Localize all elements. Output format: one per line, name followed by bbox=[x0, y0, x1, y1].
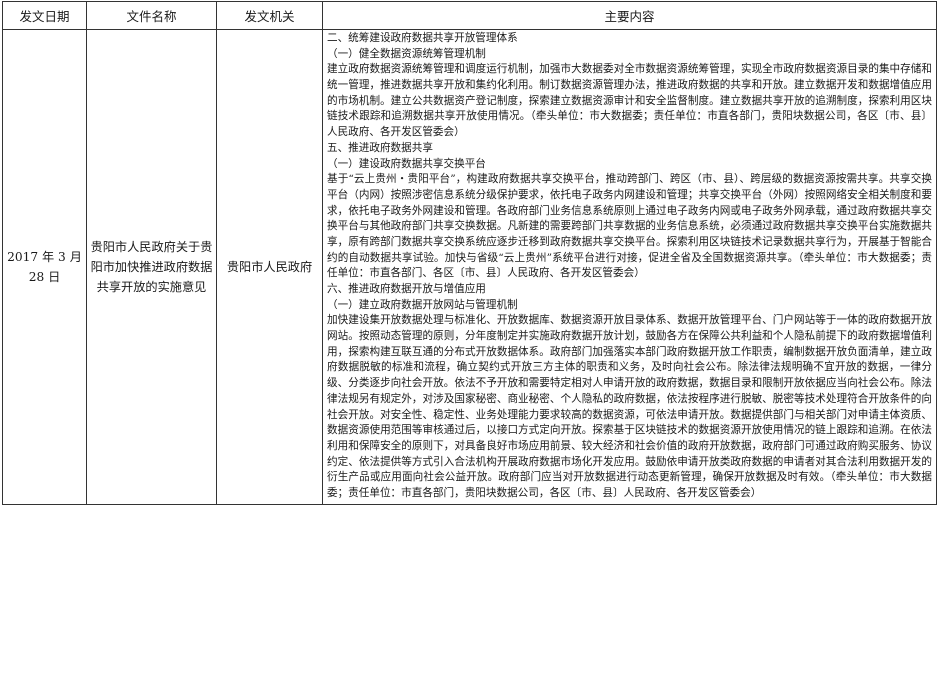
content-paragraph: 加快建设集开放数据处理与标准化、开放数据库、数据资源开放目录体系、数据开放管理平… bbox=[327, 314, 932, 499]
policy-table: 发文日期 文件名称 发文机关 主要内容 2017 年 3 月 28 日 贵阳市人… bbox=[2, 1, 937, 505]
content-paragraph: 基于“云上贵州・贵阳平台”，构建政府数据共享交换平台，推动跨部门、跨区（市、县）… bbox=[327, 173, 932, 280]
content-paragraph: 建立政府数据资源统筹管理和调度运行机制，加强市大数据委对全市数据资源统筹管理，实… bbox=[327, 63, 932, 139]
content-paragraph: 二、统筹建设政府数据共享开放管理体系 bbox=[327, 32, 518, 44]
header-issuer: 发文机关 bbox=[216, 1, 323, 30]
cell-date: 2017 年 3 月 28 日 bbox=[2, 29, 87, 505]
content-paragraph: 六、推进政府数据开放与增值应用 bbox=[327, 283, 486, 295]
content-paragraph: （一）建设政府数据共享交换平台 bbox=[327, 157, 486, 170]
header-content: 主要内容 bbox=[322, 1, 937, 30]
cell-name: 贵阳市人民政府关于贵阳市加快推进政府数据共享开放的实施意见 bbox=[86, 29, 217, 505]
cell-issuer: 贵阳市人民政府 bbox=[216, 29, 323, 505]
cell-content: 二、统筹建设政府数据共享开放管理体系 （一）健全数据资源统筹管理机制 建立政府数… bbox=[322, 29, 937, 505]
header-row: 发文日期 文件名称 发文机关 主要内容 bbox=[2, 1, 937, 30]
content-paragraph: （一）健全数据资源统筹管理机制 bbox=[327, 47, 486, 60]
content-paragraph: 五、推进政府数据共享 bbox=[327, 141, 433, 154]
content-paragraph: （一）建立政府数据开放网站与管理机制 bbox=[327, 298, 518, 311]
header-date: 发文日期 bbox=[2, 1, 87, 30]
table-row: 2017 年 3 月 28 日 贵阳市人民政府关于贵阳市加快推进政府数据共享开放… bbox=[2, 29, 937, 505]
header-name: 文件名称 bbox=[86, 1, 217, 30]
